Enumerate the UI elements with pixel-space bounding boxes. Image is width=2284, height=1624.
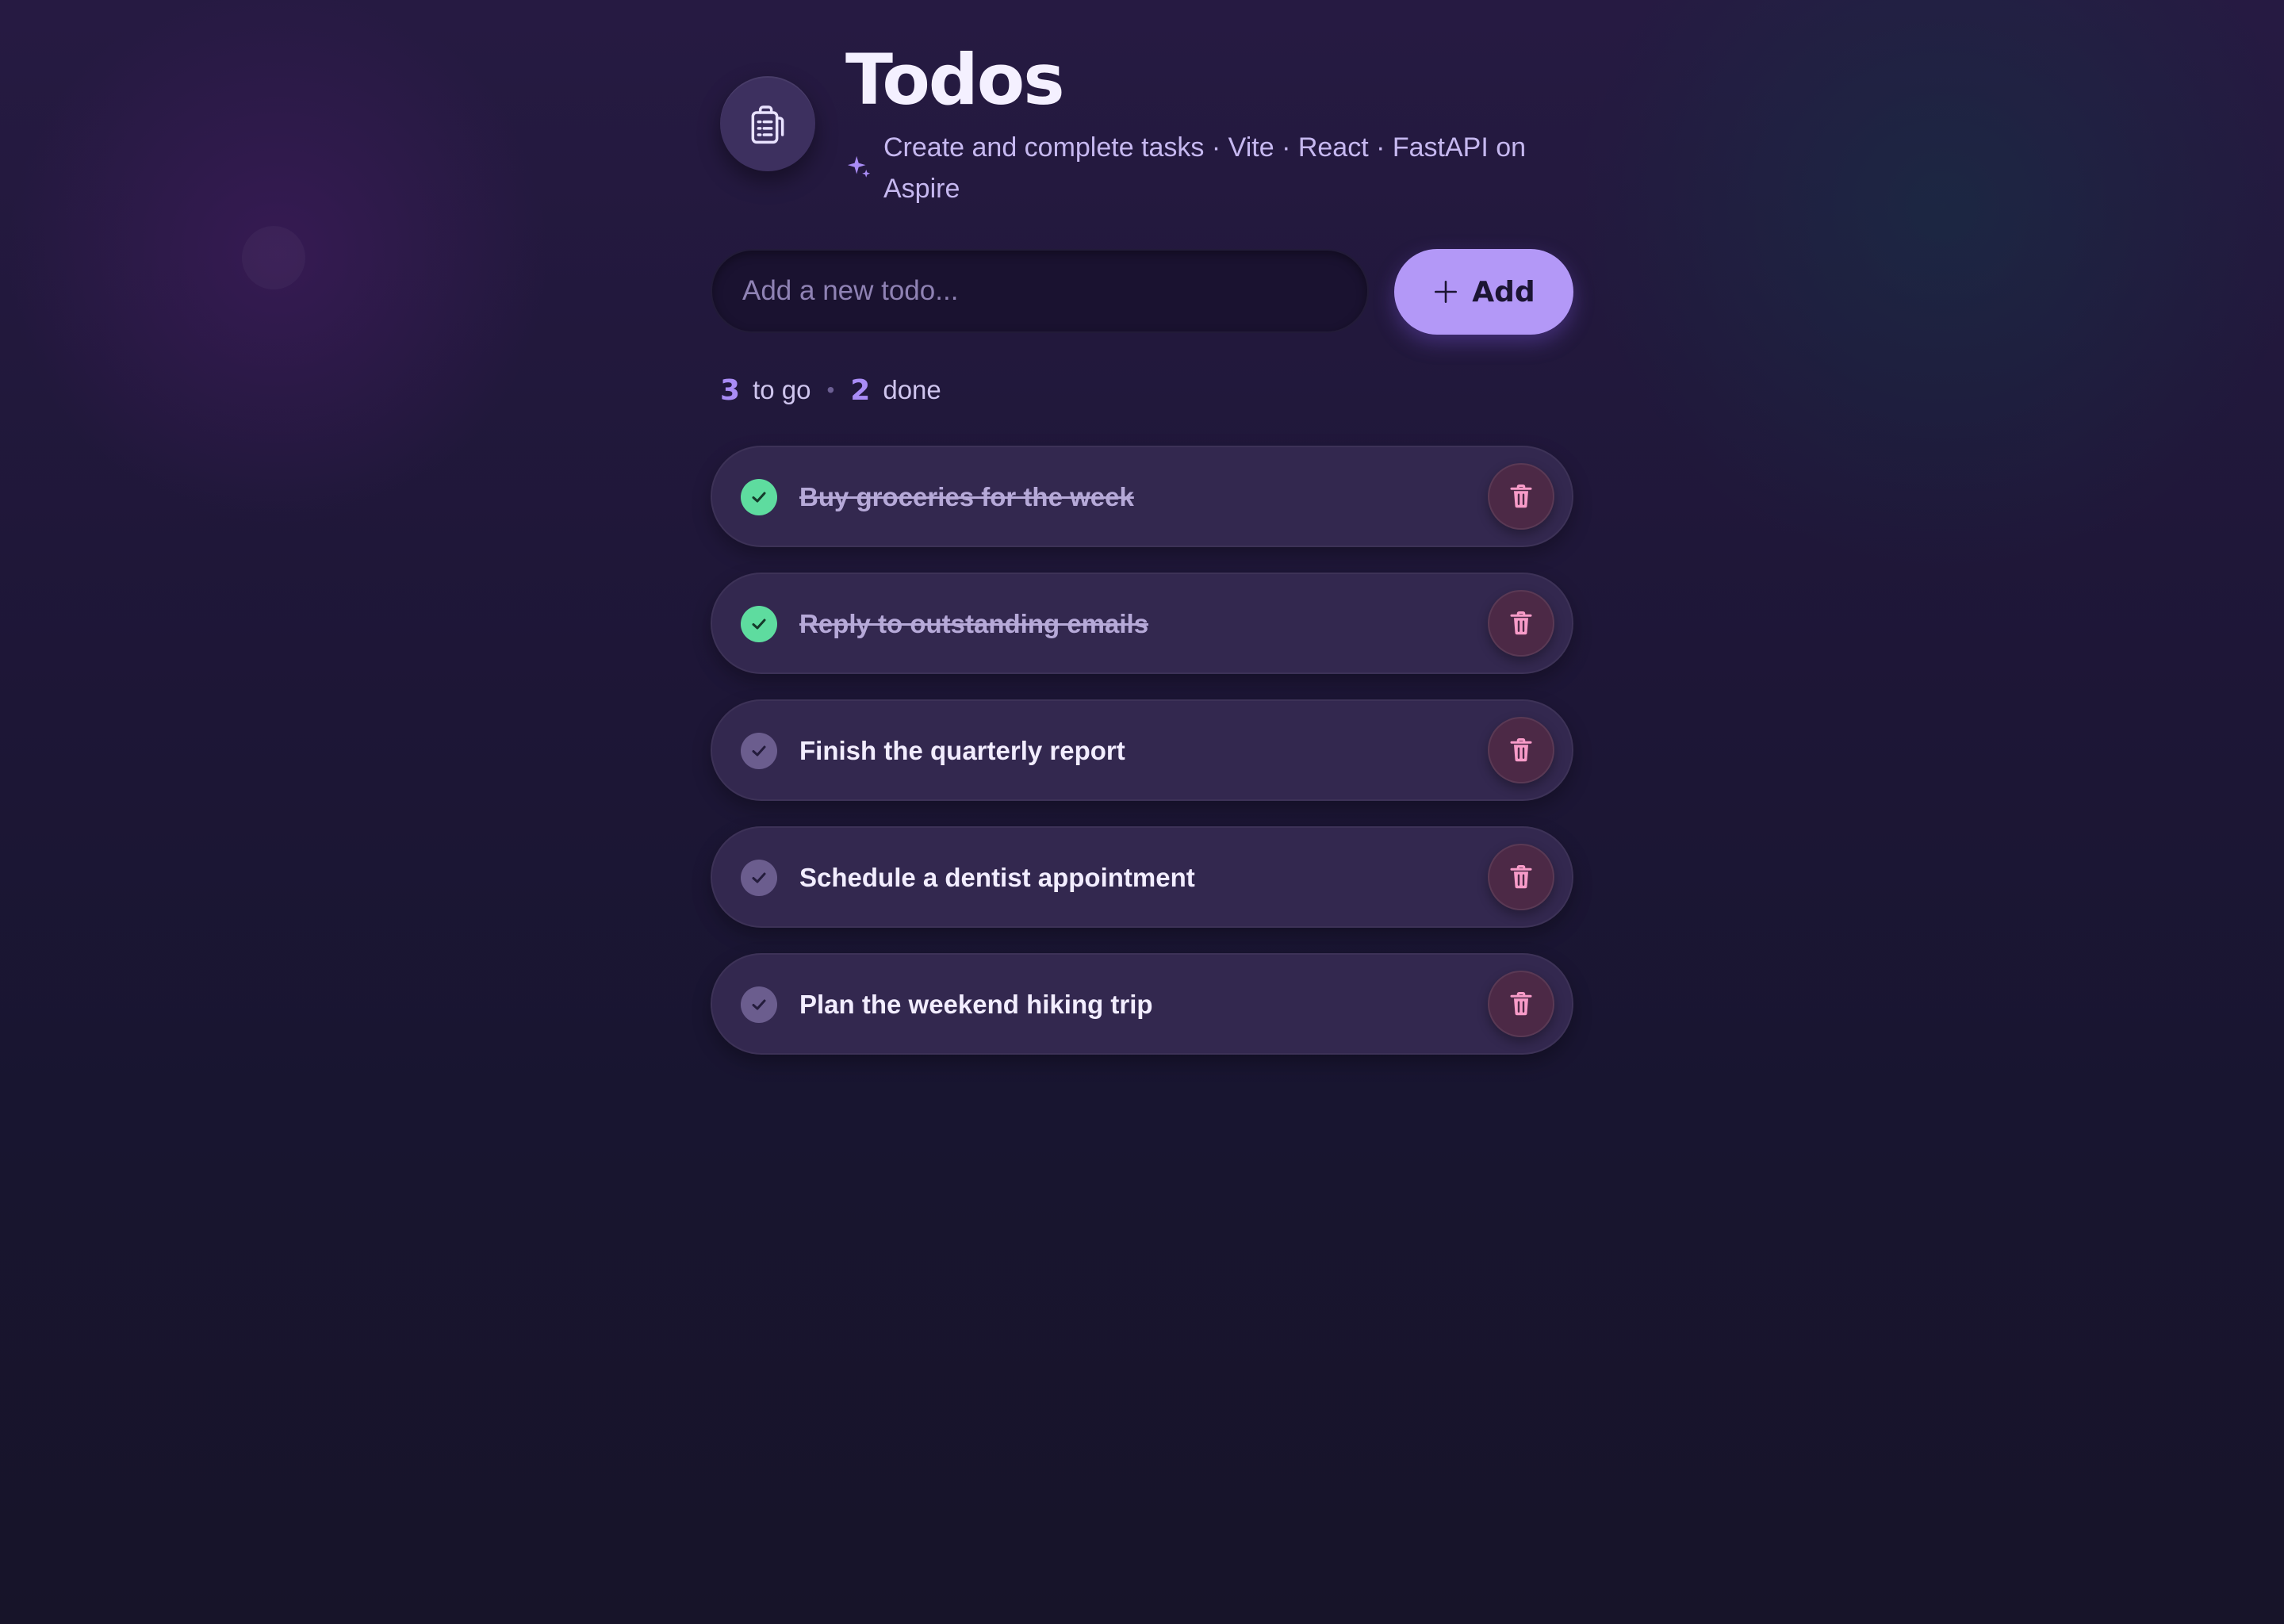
trash-icon (1510, 485, 1532, 508)
delete-todo-button[interactable] (1488, 717, 1554, 783)
checkmark-icon (752, 872, 766, 883)
todo-text: Schedule a dentist appointment (799, 863, 1195, 892)
todo-app: Todos Create and complete tasks · Vite ·… (711, 0, 1573, 1624)
checkmark-icon (752, 492, 766, 503)
add-button[interactable]: Add (1394, 249, 1573, 335)
app-header: Todos Create and complete tasks · Vite ·… (711, 0, 1573, 238)
todo-text: Reply to outstanding emails (799, 609, 1149, 638)
todo-text: Finish the quarterly report (799, 736, 1125, 765)
clipboard-list-icon (751, 105, 784, 144)
checkmark-icon (752, 745, 766, 756)
todo-item: Reply to outstanding emails (711, 573, 1573, 674)
background-glow (242, 226, 305, 289)
remaining-label: to go (753, 375, 811, 404)
todo-item: Schedule a dentist appointment (711, 826, 1573, 928)
todo-toggle-button[interactable] (741, 986, 777, 1023)
todo-item: Buy groceries for the week (711, 446, 1573, 547)
add-button-label: Add (1472, 275, 1535, 308)
page-title: Todos (845, 39, 1065, 121)
plus-icon (1435, 280, 1458, 304)
delete-todo-button[interactable] (1488, 463, 1554, 530)
page-subtitle: Create and complete tasks · Vite · React… (883, 132, 1527, 204)
done-label: done (883, 375, 941, 404)
trash-icon (1510, 611, 1532, 635)
trash-icon (1510, 738, 1532, 762)
todo-toggle-button[interactable] (741, 733, 777, 769)
todo-stats: 3 to go • 2 done (720, 370, 941, 411)
remaining-count: 3 (720, 373, 741, 407)
sparkle-icon (847, 155, 871, 178)
checkmark-icon (752, 619, 766, 630)
todo-list: Buy groceries for the week Reply to outst… (711, 446, 1573, 1080)
todo-item: Plan the weekend hiking trip (711, 953, 1573, 1055)
app-logo (720, 76, 815, 171)
trash-icon (1510, 865, 1532, 889)
todo-toggle-button[interactable] (741, 860, 777, 896)
todo-toggle-button[interactable] (741, 479, 777, 515)
delete-todo-button[interactable] (1488, 844, 1554, 910)
delete-todo-button[interactable] (1488, 971, 1554, 1037)
todo-text: Plan the weekend hiking trip (799, 990, 1153, 1019)
done-count: 2 (850, 373, 871, 407)
todo-toggle-button[interactable] (741, 606, 777, 642)
todo-text: Buy groceries for the week (799, 482, 1134, 511)
todo-item: Finish the quarterly report (711, 699, 1573, 801)
new-todo-input[interactable] (711, 249, 1369, 333)
delete-todo-button[interactable] (1488, 590, 1554, 657)
trash-icon (1510, 992, 1532, 1016)
stats-separator: • (826, 377, 835, 402)
checkmark-icon (752, 999, 766, 1010)
